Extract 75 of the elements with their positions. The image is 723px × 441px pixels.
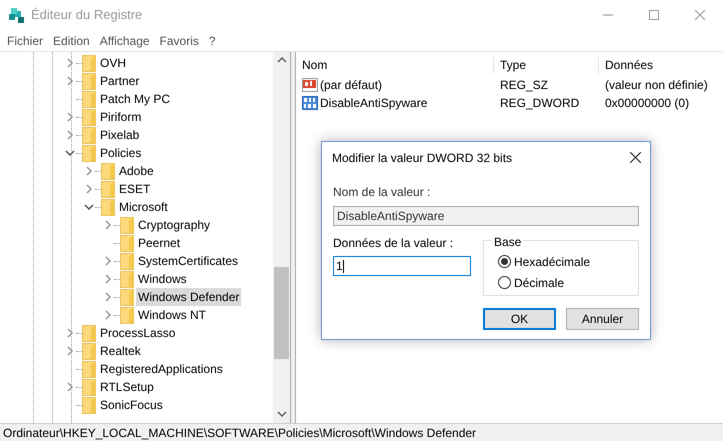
- tree-item[interactable]: Policies: [98, 144, 144, 162]
- maximize-icon: [649, 10, 659, 20]
- folder-icon: [82, 144, 96, 162]
- value-data-label: Données de la valeur :: [333, 235, 454, 252]
- menu-item[interactable]: Fichier: [2, 32, 48, 50]
- folder-icon: [82, 396, 96, 414]
- column-header[interactable]: Données: [599, 56, 723, 74]
- menu-item[interactable]: Edition: [48, 32, 95, 50]
- table-cell-text: REG_SZ: [499, 77, 550, 94]
- folder-icon: [120, 252, 134, 270]
- tree-item[interactable]: Pixelab: [98, 126, 142, 144]
- radio-button[interactable]: [498, 276, 511, 289]
- ok-button[interactable]: OK: [483, 308, 556, 330]
- table-cell-text: (valeur non définie): [604, 77, 709, 94]
- radio-label[interactable]: Décimale: [514, 274, 564, 292]
- tree-item[interactable]: OVH: [98, 54, 128, 72]
- folder-icon: [82, 72, 96, 90]
- folder-icon: [101, 198, 115, 216]
- dialog-title: Modifier la valeur DWORD 32 bits: [332, 150, 512, 166]
- folder-icon: [120, 288, 134, 306]
- column-header[interactable]: Type: [494, 56, 599, 74]
- tree-item[interactable]: Piriform: [98, 108, 144, 126]
- status-bar: Ordinateur\HKEY_LOCAL_MACHINE\SOFTWARE\Policies\Microsoft\Windows Defender: [0, 423, 723, 441]
- registry-cubes-icon: [8, 6, 26, 24]
- folder-icon: [120, 234, 134, 252]
- folder-icon: [101, 162, 115, 180]
- menu-item[interactable]: ?: [204, 32, 221, 50]
- value-name-field: DisableAntiSpyware: [333, 206, 639, 226]
- tree-item[interactable]: ProcessLasso: [98, 324, 178, 342]
- value-name-label: Nom de la valeur :: [333, 184, 432, 201]
- folder-icon: [82, 108, 96, 126]
- folder-icon: [120, 270, 134, 288]
- table-cell-text: REG_DWORD: [499, 95, 580, 112]
- menu-item[interactable]: Affichage: [94, 32, 155, 50]
- tree-item[interactable]: RegisteredApplications: [98, 360, 225, 378]
- tree-item[interactable]: SystemCertificates: [136, 252, 240, 270]
- folder-icon: [82, 90, 96, 108]
- tree-item[interactable]: RTLSetup: [98, 378, 156, 396]
- tree-item[interactable]: Adobe: [117, 162, 156, 180]
- tree-item[interactable]: Cryptography: [136, 216, 212, 234]
- menu-item[interactable]: Favoris: [154, 32, 204, 50]
- tree-item[interactable]: Partner: [98, 72, 142, 90]
- table-cell-text: DisableAntiSpyware: [320, 95, 428, 112]
- tree-item[interactable]: SonicFocus: [98, 396, 165, 414]
- folder-icon: [120, 306, 134, 324]
- folder-icon: [82, 126, 96, 144]
- value-data-field[interactable]: 1: [333, 256, 471, 276]
- table-cell-text: (par défaut): [320, 77, 382, 94]
- tree-item[interactable]: Windows Defender: [136, 288, 242, 306]
- string-value-icon: [302, 77, 318, 93]
- tree-item[interactable]: Patch My PC: [98, 90, 172, 108]
- close-icon: [630, 152, 640, 163]
- folder-icon: [82, 54, 96, 72]
- cancel-button[interactable]: Annuler: [566, 308, 639, 330]
- tree-item[interactable]: ESET: [117, 180, 152, 198]
- close-icon: [695, 10, 705, 20]
- tree-item[interactable]: Peernet: [136, 234, 182, 252]
- scrollbar-thumb[interactable]: [274, 267, 289, 359]
- folder-icon: [82, 342, 96, 360]
- folder-icon: [82, 378, 96, 396]
- table-cell-text: 0x00000000 (0): [604, 95, 690, 112]
- window-title: Éditeur du Registre: [31, 6, 142, 24]
- binary-value-icon: [302, 95, 318, 111]
- tree-item[interactable]: Realtek: [98, 342, 143, 360]
- column-header[interactable]: Nom: [296, 56, 494, 74]
- tree-item[interactable]: Microsoft: [117, 198, 170, 216]
- radio-button[interactable]: [498, 255, 511, 268]
- tree-item[interactable]: Windows: [136, 270, 189, 288]
- folder-icon: [101, 180, 115, 198]
- folder-icon: [120, 216, 134, 234]
- folder-icon: [82, 324, 96, 342]
- scrollbar[interactable]: [273, 52, 290, 423]
- radio-label[interactable]: Hexadécimale: [514, 252, 590, 270]
- folder-icon: [82, 360, 96, 378]
- tree-item[interactable]: Windows NT: [136, 306, 208, 324]
